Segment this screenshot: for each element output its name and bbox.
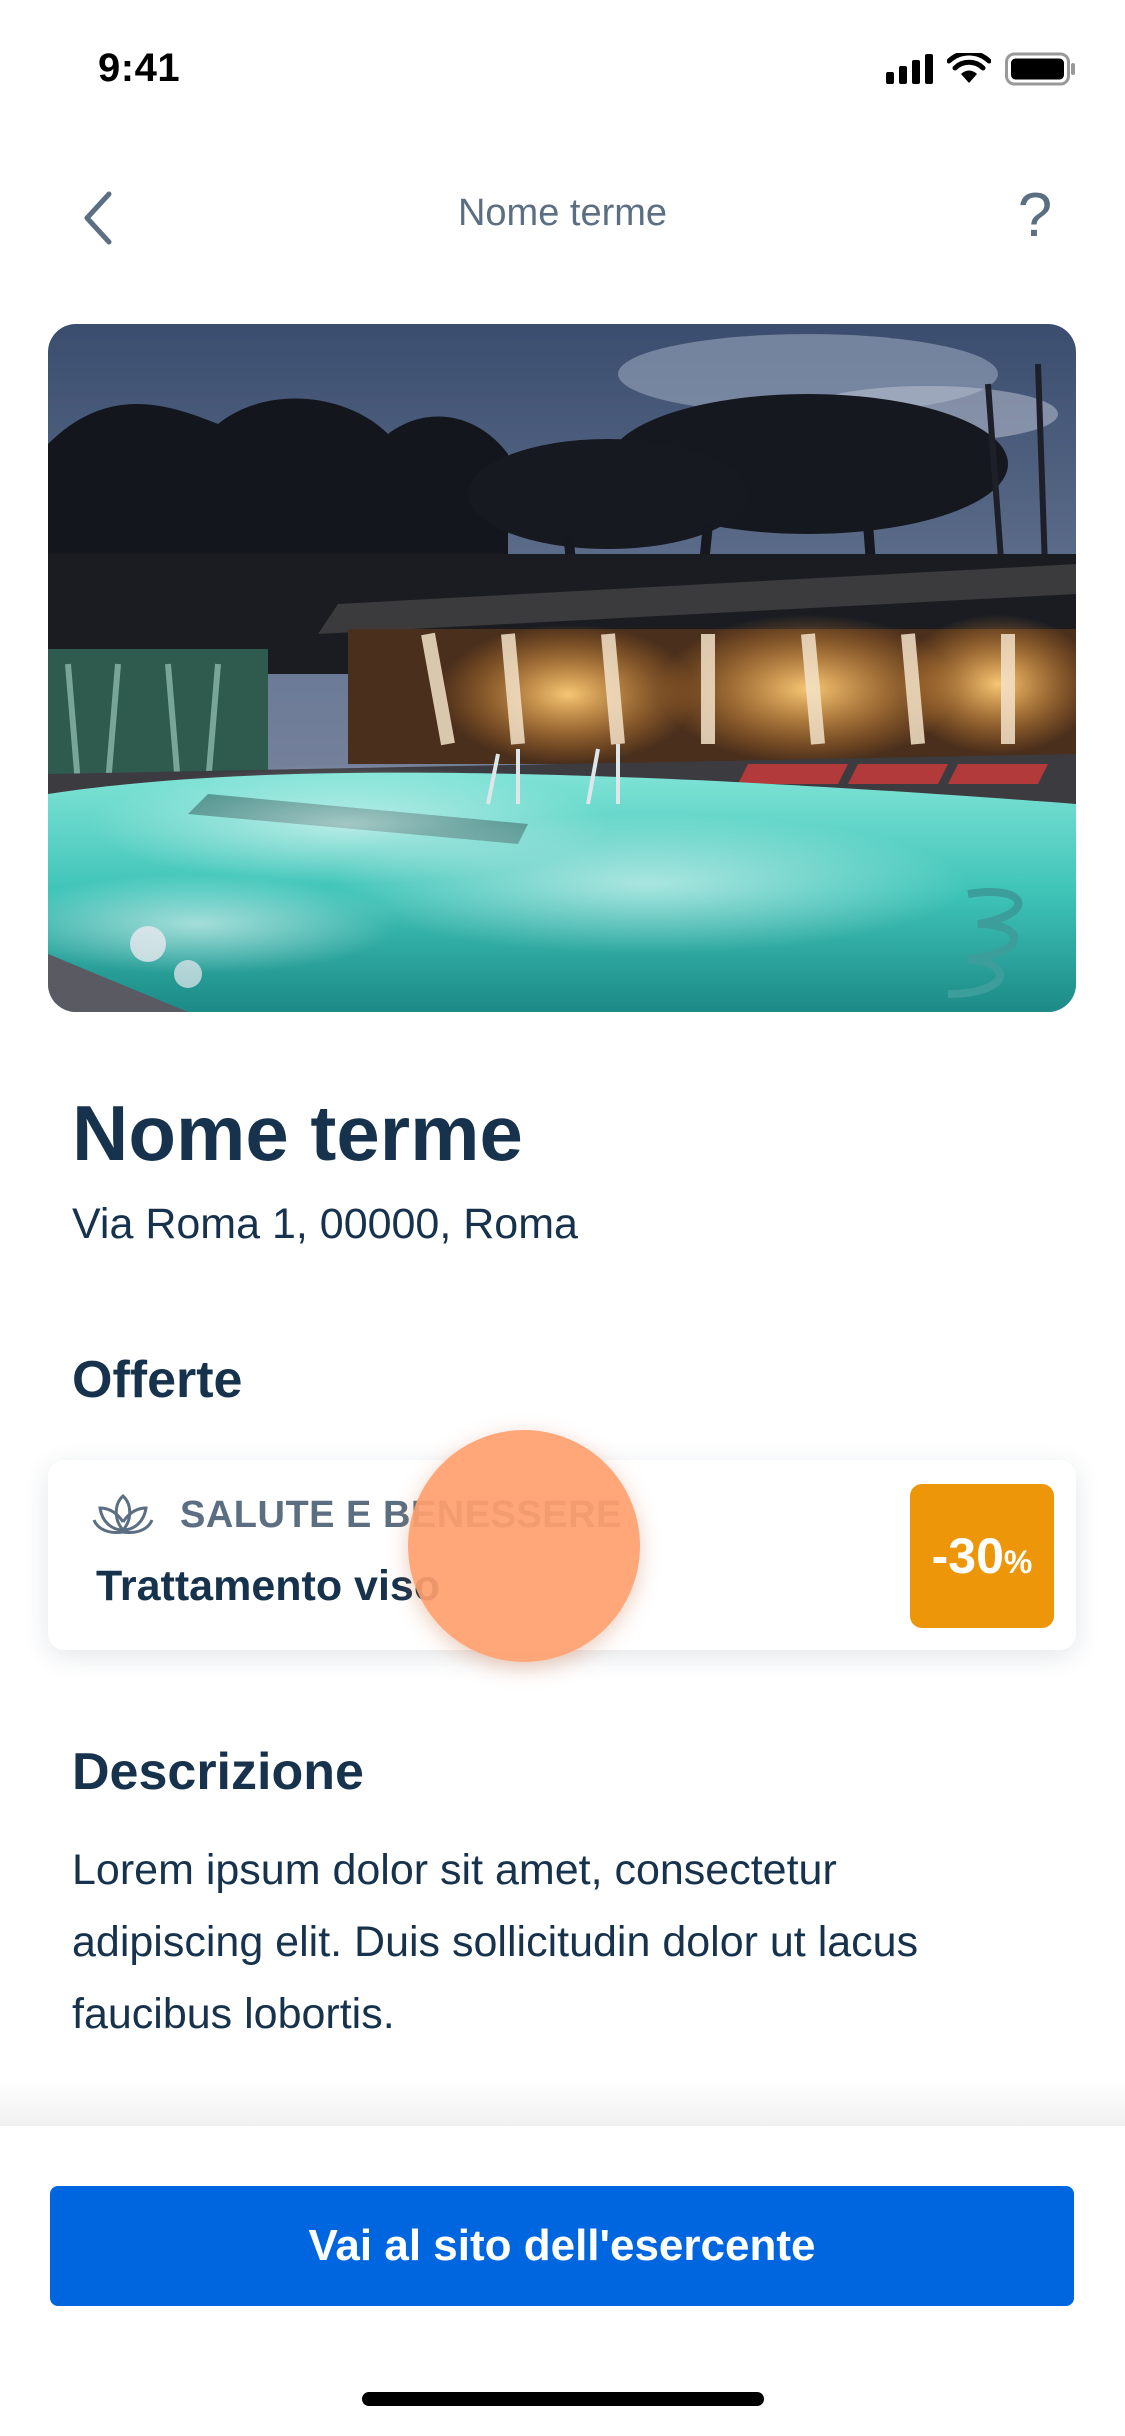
- bottom-bar-shadow: [0, 2080, 1125, 2126]
- wifi-icon: [947, 53, 991, 83]
- cellular-signal-icon: [886, 54, 933, 84]
- description-section-title: Descrizione: [72, 1743, 364, 1801]
- venue-name: Nome terme: [72, 1089, 523, 1177]
- battery-icon: [1005, 52, 1075, 86]
- lotus-icon: [92, 1493, 154, 1534]
- discount-badge: -30%: [910, 1484, 1054, 1628]
- merchant-site-button[interactable]: Vai al sito dell'esercente: [50, 2186, 1074, 2306]
- home-indicator: [362, 2392, 764, 2406]
- tap-indicator: [408, 1430, 640, 1662]
- discount-unit: %: [1003, 1543, 1033, 1580]
- offer-title: Trattamento viso: [96, 1562, 441, 1610]
- venue-address: Via Roma 1, 00000, Roma: [72, 1200, 578, 1248]
- status-icons: [886, 52, 1077, 86]
- navigation-bar: Nome terme ?: [0, 170, 1125, 266]
- status-bar: 9:41: [0, 0, 1125, 132]
- status-time: 9:41: [98, 46, 181, 90]
- discount-value: -30: [931, 1528, 1004, 1584]
- offers-section-title: Offerte: [72, 1351, 243, 1409]
- description-text: Lorem ipsum dolor sit amet, consectetur …: [72, 1846, 919, 2038]
- hero-image: [48, 324, 1076, 1012]
- nav-title: Nome terme: [457, 192, 668, 234]
- help-button[interactable]: ?: [997, 176, 1073, 256]
